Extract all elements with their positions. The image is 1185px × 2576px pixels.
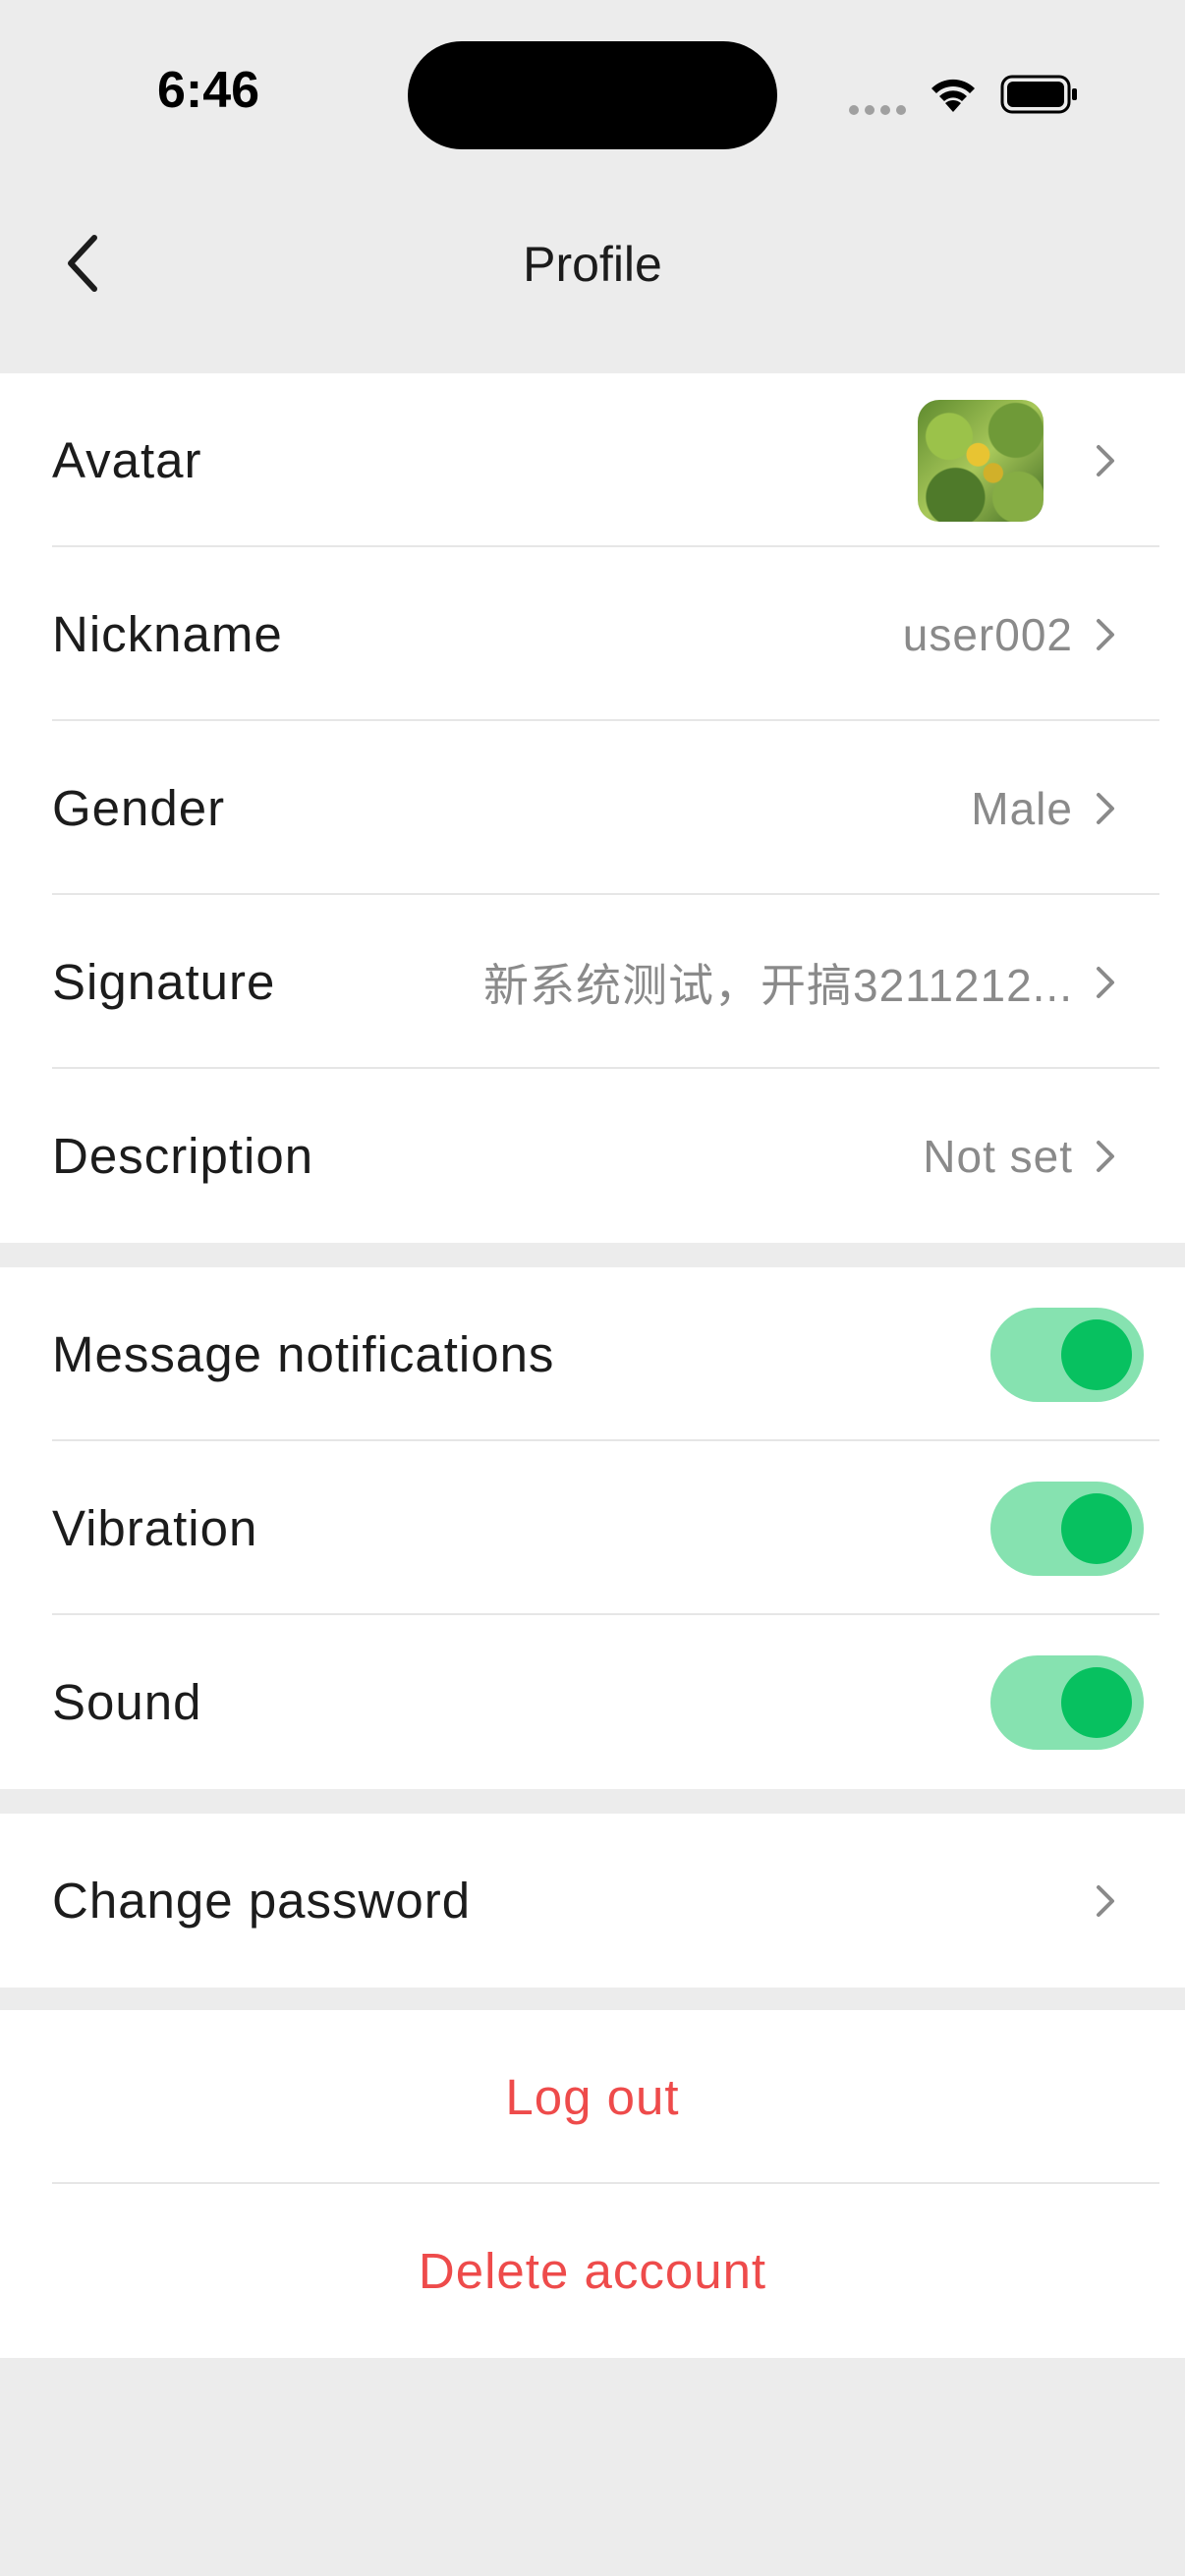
change-password-row[interactable]: Change password xyxy=(0,1814,1185,1988)
toggle-knob xyxy=(1061,1492,1132,1564)
logout-button[interactable]: Log out xyxy=(0,2010,1185,2184)
description-value: Not set xyxy=(923,1130,1073,1182)
security-group: Change password xyxy=(0,1814,1185,1988)
signature-value: 新系统测试，开搞3211212... xyxy=(482,959,1073,1011)
toggle-knob xyxy=(1061,1318,1132,1390)
status-time: 6:46 xyxy=(157,62,260,119)
message-notifications-toggle[interactable] xyxy=(990,1307,1144,1402)
chevron-right-icon xyxy=(1097,1140,1114,1172)
signature-row[interactable]: Signature 新系统测试，开搞3211212... xyxy=(0,895,1185,1069)
avatar-label: Avatar xyxy=(52,432,202,488)
vibration-row: Vibration xyxy=(0,1441,1185,1615)
chevron-right-icon xyxy=(1097,966,1114,998)
page-title: Profile xyxy=(523,237,662,292)
toggle-knob xyxy=(1061,1666,1132,1738)
nickname-row[interactable]: Nickname user002 xyxy=(0,547,1185,721)
description-label: Description xyxy=(52,1128,314,1184)
description-row[interactable]: Description Not set xyxy=(0,1069,1185,1243)
wifi-icon xyxy=(931,79,975,112)
notification-settings-group: Message notifications Vibration Sound xyxy=(0,1267,1185,1789)
account-actions-group: Log out Delete account xyxy=(0,2010,1185,2358)
chevron-right-icon xyxy=(1097,792,1114,824)
avatar-row[interactable]: Avatar xyxy=(0,373,1185,547)
nav-bar: Profile xyxy=(0,177,1185,373)
delete-account-button[interactable]: Delete account xyxy=(0,2184,1185,2358)
vibration-toggle[interactable] xyxy=(990,1481,1144,1576)
chevron-right-icon xyxy=(1097,1884,1114,1917)
status-bar: 6:46 xyxy=(0,0,1185,177)
nickname-label: Nickname xyxy=(52,606,283,662)
change-password-label: Change password xyxy=(52,1873,472,1929)
sound-label: Sound xyxy=(52,1674,202,1730)
sound-row: Sound xyxy=(0,1615,1185,1789)
cellular-signal-icon xyxy=(849,102,912,120)
chevron-right-icon xyxy=(1097,618,1114,650)
signature-label: Signature xyxy=(52,954,276,1010)
logout-label: Log out xyxy=(505,2069,680,2125)
profile-group: Avatar Nickname user002 Gender Male Sign… xyxy=(0,373,1185,1243)
dynamic-island xyxy=(408,41,777,149)
battery-icon xyxy=(1000,75,1077,114)
avatar xyxy=(918,399,1044,522)
gender-label: Gender xyxy=(52,780,226,836)
nickname-value: user002 xyxy=(902,608,1073,660)
message-notifications-row: Message notifications xyxy=(0,1267,1185,1441)
delete-account-label: Delete account xyxy=(418,2243,767,2299)
gender-value: Male xyxy=(971,782,1073,834)
sound-toggle[interactable] xyxy=(990,1654,1144,1750)
gender-row[interactable]: Gender Male xyxy=(0,721,1185,895)
chevron-right-icon xyxy=(1097,444,1114,476)
vibration-label: Vibration xyxy=(52,1500,258,1556)
message-notifications-label: Message notifications xyxy=(52,1326,555,1382)
